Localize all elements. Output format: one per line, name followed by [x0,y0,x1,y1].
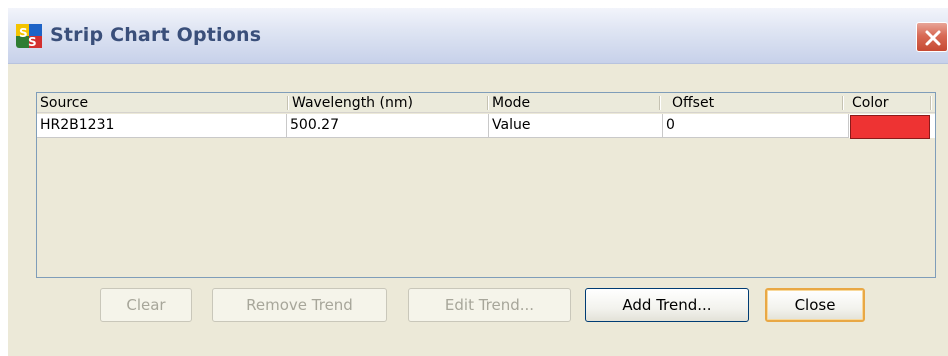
close-button[interactable]: Close [765,288,865,322]
remove-trend-button[interactable]: Remove Trend [212,288,387,322]
column-header-color[interactable]: Color [849,93,929,113]
color-swatch[interactable] [850,115,930,139]
svg-text:S: S [19,26,28,40]
table-header: Source Wavelength (nm) Mode Offset Color [37,93,935,113]
column-divider[interactable] [287,96,288,110]
ss-app-icon: S S [16,24,42,49]
trend-table[interactable]: Source Wavelength (nm) Mode Offset Color… [36,92,936,278]
column-header-wavelength[interactable]: Wavelength (nm) [289,93,489,113]
close-icon [925,30,941,46]
cell-mode[interactable]: Value [489,114,663,138]
strip-chart-options-dialog: S S Strip Chart Options Source Wavelengt… [8,8,948,356]
add-trend-button[interactable]: Add Trend... [585,288,749,322]
column-header-mode[interactable]: Mode [489,93,659,113]
column-divider[interactable] [487,96,488,110]
cell-wavelength[interactable]: 500.27 [287,114,489,138]
cell-offset[interactable]: 0 [663,114,849,138]
window-title: Strip Chart Options [50,24,262,46]
edit-trend-button[interactable]: Edit Trend... [408,288,571,322]
cell-source[interactable]: HR2B1231 [37,114,287,138]
svg-text:S: S [28,35,37,48]
close-window-button[interactable] [916,22,948,52]
column-header-source[interactable]: Source [37,93,287,113]
column-divider[interactable] [659,96,660,110]
column-divider[interactable] [930,96,931,110]
clear-button[interactable]: Clear [100,288,192,322]
column-header-offset[interactable]: Offset [669,93,839,113]
table-row[interactable]: HR2B1231 500.27 Value 0 [37,114,935,139]
column-divider[interactable] [842,96,843,110]
title-bar[interactable]: S S Strip Chart Options [8,8,948,64]
